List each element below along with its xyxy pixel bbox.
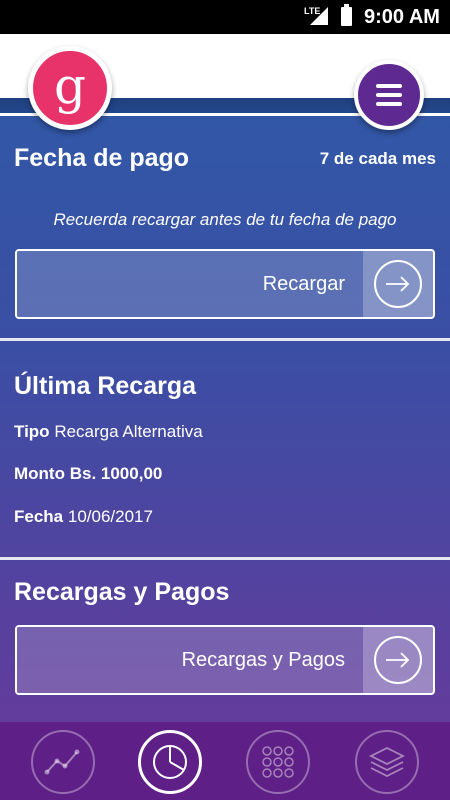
payment-reminder: Recuerda recargar antes de tu fecha de p… <box>53 210 397 229</box>
nav-summary[interactable] <box>138 730 202 794</box>
recharge-amount-row: Monto Bs. 1000,00 <box>14 464 162 484</box>
pie-chart-icon <box>153 745 187 779</box>
logo-icon: g <box>53 57 86 115</box>
nav-stats[interactable] <box>31 730 95 794</box>
payment-due-text: 7 de cada mes <box>319 149 436 168</box>
signal-icon <box>310 7 328 25</box>
arrow-right-icon <box>374 260 422 308</box>
nav-plans[interactable] <box>355 730 419 794</box>
recharges-payments-button[interactable]: Recargas y Pagos <box>15 625 435 695</box>
recharge-button[interactable]: Recargar <box>15 249 435 319</box>
recharges-payments-button-label: Recargas y Pagos <box>181 649 345 671</box>
menu-button[interactable] <box>354 60 424 130</box>
recharge-amount-value: Bs. 1000,00 <box>69 464 163 483</box>
recharge-type-label: Tipo <box>14 422 50 441</box>
logo-button[interactable]: g <box>28 46 112 130</box>
line-chart-icon <box>44 749 80 775</box>
grid-dots-icon <box>262 746 294 778</box>
recharge-button-label: Recargar <box>262 273 345 295</box>
recharges-payments-arrow-box <box>363 627 433 693</box>
nav-services[interactable] <box>246 730 310 794</box>
section-divider <box>0 557 450 560</box>
recharge-date-row: Fecha 10/06/2017 <box>14 507 153 527</box>
hamburger-menu-icon <box>376 84 402 88</box>
bottom-nav <box>0 722 450 800</box>
recharge-date-value: 10/06/2017 <box>67 507 153 526</box>
recharge-arrow-box <box>363 251 433 317</box>
recharges-payments-title: Recargas y Pagos <box>14 578 230 606</box>
section-divider <box>0 338 450 341</box>
recharge-date-label: Fecha <box>14 507 64 526</box>
recharge-type-value: Recarga Alternativa <box>54 422 203 441</box>
status-bar: LTE 9:00 AM <box>0 0 450 34</box>
app-screen: g Fecha de pago 7 de cada mes Recuerda r… <box>0 34 450 800</box>
recharge-type-row: Tipo Recarga Alternativa <box>14 422 203 442</box>
battery-icon <box>341 4 352 26</box>
status-time: 9:00 AM <box>364 6 440 28</box>
payment-date-title: Fecha de pago <box>14 144 190 172</box>
arrow-right-icon <box>374 636 422 684</box>
layers-icon <box>368 746 406 778</box>
last-recharge-title: Última Recarga <box>14 372 197 400</box>
recharge-amount-label: Monto <box>14 464 65 483</box>
